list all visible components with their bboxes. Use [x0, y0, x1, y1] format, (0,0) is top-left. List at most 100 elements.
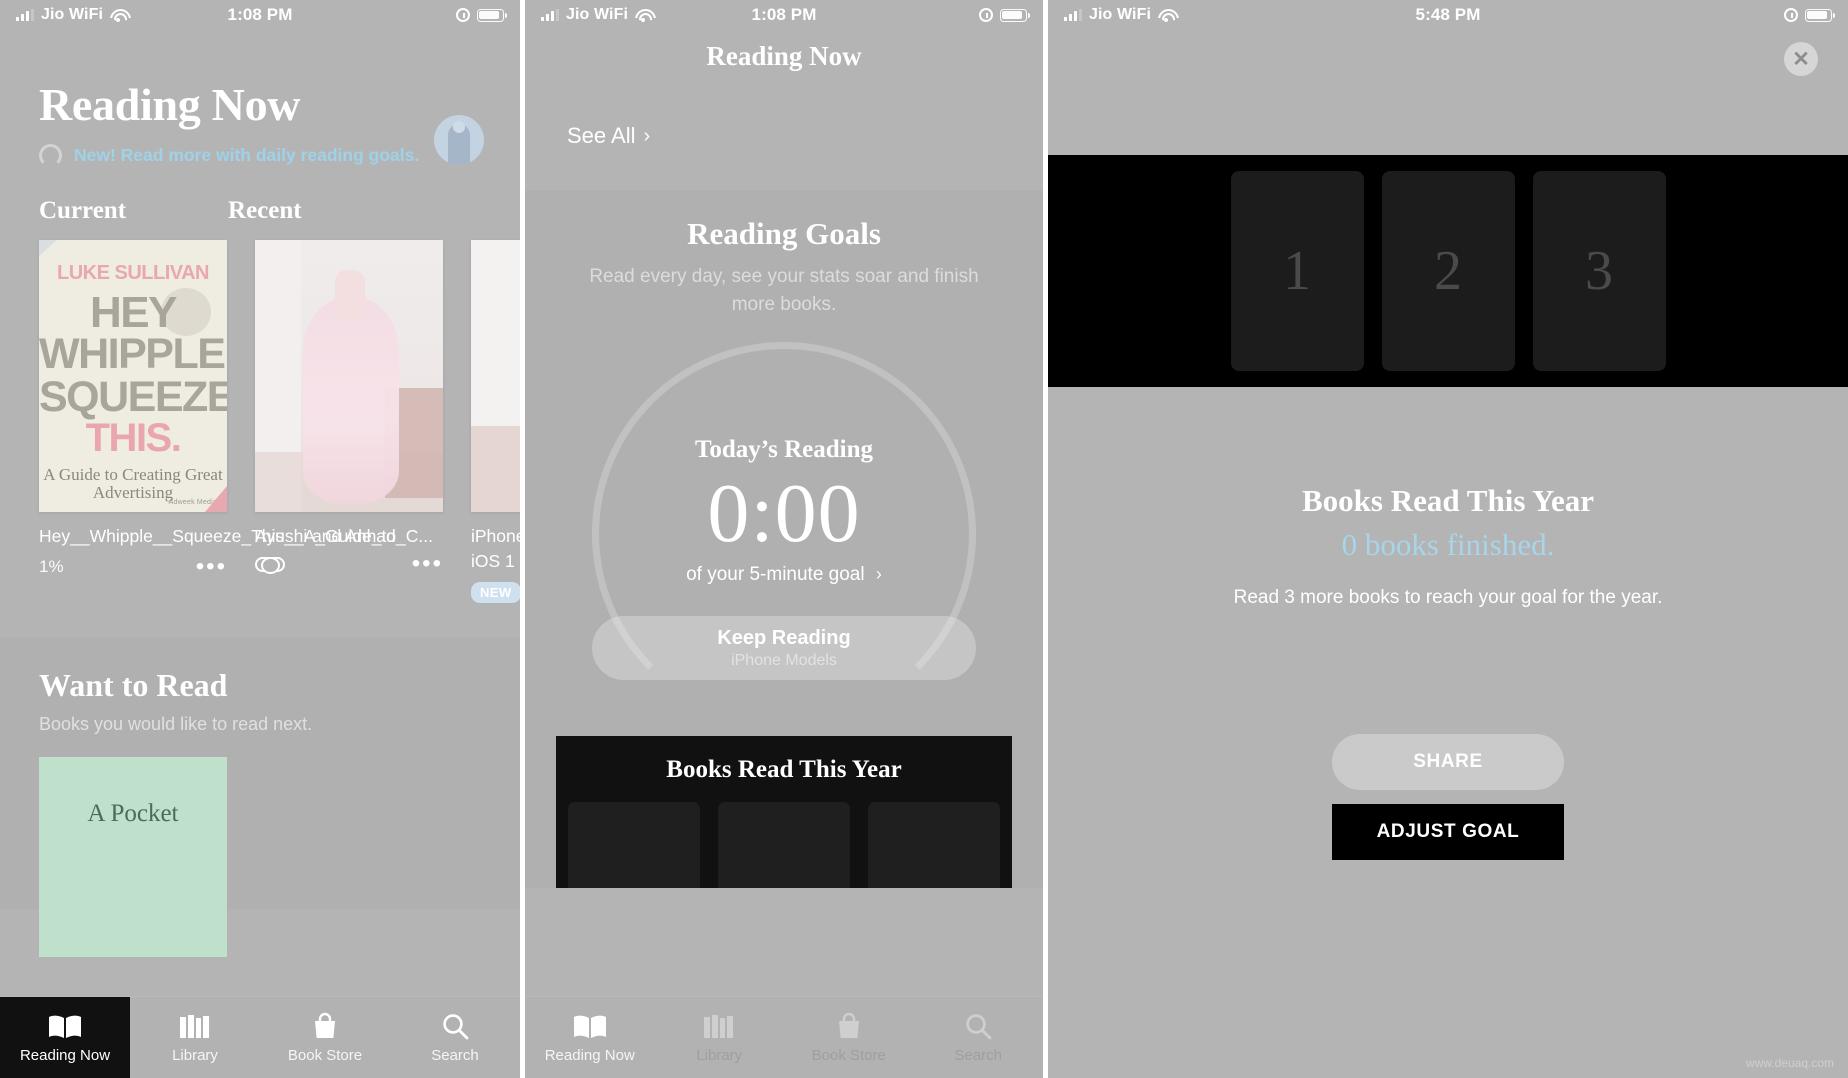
avatar[interactable]: [434, 115, 484, 165]
cloud-download-icon[interactable]: [255, 556, 285, 574]
book-cell-iphone[interactable]: iPhone iOS 1 NEW: [471, 240, 520, 603]
search-icon: [964, 1012, 992, 1040]
cover-line-3: SQUEEZE: [39, 373, 227, 421]
shelf-headings: Current Recent: [0, 167, 520, 225]
book-slot: [718, 802, 850, 889]
book-slot: [568, 802, 700, 889]
tab-reading-now[interactable]: Reading Now: [525, 1012, 655, 1064]
share-button[interactable]: SHARE: [1332, 734, 1564, 790]
want-to-read-subtitle: Books you would like to read next.: [39, 713, 313, 734]
alarm-icon: [456, 8, 470, 22]
reading-goals-title: Reading Goals: [687, 216, 881, 251]
status-bar: Jio WiFi 1:08 PM: [525, 0, 1043, 30]
book-title: iPhone: [471, 526, 520, 546]
book-cover-iphone[interactable]: [471, 240, 520, 512]
today-reading-label: Today’s Reading: [694, 436, 874, 464]
library-icon: [179, 1012, 211, 1040]
bag-icon: [835, 1012, 863, 1040]
books-read-card[interactable]: Books Read This Year: [556, 736, 1012, 889]
cover-author: LUKE SULLIVAN: [56, 262, 210, 284]
tab-label: Search: [954, 1046, 1003, 1064]
panel-reading-goals: Jio WiFi 1:08 PM Reading Now See All › R…: [525, 0, 1043, 1078]
shelf-heading-current: Current: [39, 197, 127, 224]
bag-icon: [311, 1012, 339, 1040]
tab-label: Book Store: [287, 1046, 363, 1064]
status-bar: Jio WiFi 5:48 PM: [1048, 0, 1848, 30]
nav-title: Reading Now: [706, 40, 862, 71]
book-cell-current[interactable]: LUKE SULLIVAN HEY WHIPPLE, SQUEEZE THIS.…: [39, 240, 433, 603]
battery-icon: [477, 8, 508, 22]
today-reading-dial[interactable]: Today’s Reading 0:00 of your 5-minute go…: [525, 332, 1043, 727]
alarm-icon: [1784, 8, 1798, 22]
progress-ring-icon: [39, 144, 62, 167]
tab-library[interactable]: Library: [655, 1012, 785, 1064]
goal-target-label: of your 5-minute goal: [686, 564, 865, 586]
tab-label: Reading Now: [19, 1046, 111, 1064]
want-to-read-section: Want to Read Books you would like to rea…: [0, 636, 520, 957]
books-finished-count: 0 books finished.: [1341, 527, 1555, 562]
tab-bar[interactable]: Reading Now Library Book Store Search: [525, 996, 1043, 1078]
book-slot: 1: [1230, 171, 1364, 371]
chevron-right-icon: ›: [643, 124, 651, 147]
shelf-heading-recent: Recent: [228, 197, 302, 224]
books-read-note: Read 3 more books to reach your goal for…: [1233, 587, 1663, 608]
book-cover-ayushi-and-anhad[interactable]: [255, 240, 443, 512]
tab-bar[interactable]: Reading Now Library Book Store Search: [0, 996, 520, 1078]
book-progress: 1%: [39, 556, 64, 576]
cover-publisher: Adweek Media: [168, 499, 217, 506]
book-icon: [573, 1012, 607, 1040]
books-read-card-title: Books Read This Year: [666, 756, 902, 784]
see-all-band: See All ›: [525, 82, 1043, 190]
books-read-slots: [556, 802, 1012, 889]
book-slot: [868, 802, 1000, 889]
want-to-read-heading: Want to Read: [39, 666, 228, 703]
watermark: www.deuaq.com: [1745, 1056, 1834, 1070]
tab-book-store[interactable]: Book Store: [784, 1012, 914, 1064]
alarm-icon: [979, 8, 993, 22]
green-cover-text: A Pocket: [87, 799, 179, 827]
book-icon: [48, 1012, 82, 1040]
see-all-button[interactable]: See All ›: [567, 123, 650, 149]
cover-subtitle: A Guide to Creating Great Advertising: [43, 465, 223, 503]
book-cover-hey-whipple[interactable]: LUKE SULLIVAN HEY WHIPPLE, SQUEEZE THIS.…: [39, 240, 227, 512]
battery-icon: [1805, 8, 1836, 22]
tab-search[interactable]: Search: [390, 1012, 520, 1064]
search-icon: [441, 1012, 469, 1040]
tab-library[interactable]: Library: [130, 1012, 260, 1064]
clock-label: 5:48 PM: [1415, 5, 1481, 24]
reading-goals-subtitle: Read every day, see your stats soar and …: [589, 266, 979, 315]
more-options-icon[interactable]: •••: [196, 554, 227, 578]
panel-reading-now-home: Jio WiFi 1:08 PM Reading Now New! Read m…: [0, 0, 520, 1078]
more-options-icon[interactable]: •••: [412, 552, 443, 576]
book-slot: 2: [1381, 171, 1515, 371]
book-meta: 1% •••: [39, 554, 227, 578]
tab-search[interactable]: Search: [914, 1012, 1044, 1064]
close-icon[interactable]: ✕: [1784, 42, 1818, 76]
tab-label: Reading Now: [544, 1046, 635, 1064]
goal-target-row[interactable]: of your 5-minute goal ›: [525, 564, 1043, 586]
tab-reading-now[interactable]: Reading Now: [0, 1012, 130, 1064]
book-shelf[interactable]: LUKE SULLIVAN HEY WHIPPLE, SQUEEZE THIS.…: [0, 225, 520, 603]
see-all-label: See All: [567, 123, 636, 148]
new-badge: NEW: [471, 581, 520, 603]
battery-icon: [1000, 8, 1031, 22]
adjust-goal-button[interactable]: ADJUST GOAL: [1332, 804, 1564, 860]
tab-label: Library: [696, 1046, 743, 1064]
cover-line-2: WHIPPLE,: [39, 330, 227, 378]
today-reading-time: 0:00: [707, 467, 861, 561]
action-buttons: SHARE ADJUST GOAL: [1048, 734, 1848, 860]
reading-goals-section: Reading Goals Read every day, see your s…: [525, 190, 1043, 889]
clock-label: 1:08 PM: [751, 5, 817, 24]
clock-label: 1:08 PM: [227, 5, 293, 24]
book-title-line2: iOS 1: [471, 550, 515, 571]
cover-line-4: THIS.: [85, 416, 182, 460]
tab-book-store[interactable]: Book Store: [260, 1012, 390, 1064]
tab-label: Book Store: [811, 1046, 886, 1064]
books-read-summary: Books Read This Year 0 books finished. R…: [1048, 387, 1848, 609]
book-title: Ayushi and Anhad: [255, 526, 396, 546]
book-cell-recent[interactable]: Ayushi and Anhad •••: [255, 240, 443, 603]
book-cover-a-pocket[interactable]: A Pocket: [39, 756, 227, 957]
tab-label: Library: [172, 1046, 218, 1064]
status-bar: Jio WiFi 1:08 PM: [0, 0, 520, 30]
screenshot-stage: Jio WiFi 1:08 PM Reading Now New! Read m…: [0, 0, 1848, 1078]
